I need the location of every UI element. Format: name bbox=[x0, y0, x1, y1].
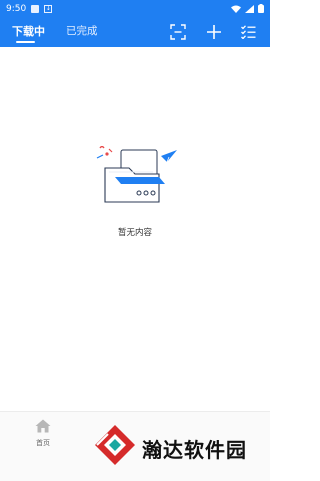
tab-downloading[interactable]: 下载中 bbox=[12, 23, 45, 39]
status-bar: 9:50 ↓ bbox=[0, 0, 270, 17]
battery-icon bbox=[258, 4, 264, 13]
tab-completed[interactable]: 已完成 bbox=[66, 23, 98, 38]
watermark: 瀚达软件园 bbox=[92, 420, 270, 476]
signal-icon bbox=[245, 4, 254, 13]
notification-square-icon bbox=[31, 4, 40, 13]
download-notice-icon: ↓ bbox=[44, 4, 53, 13]
wifi-icon bbox=[231, 5, 241, 13]
empty-folder-icon bbox=[96, 146, 177, 203]
watermark-logo-icon bbox=[95, 425, 135, 465]
home-icon bbox=[35, 419, 51, 433]
checklist-icon bbox=[240, 25, 255, 39]
tab-indicator bbox=[16, 41, 35, 43]
checklist-button[interactable] bbox=[239, 23, 257, 41]
status-left: 9:50 ↓ bbox=[6, 3, 53, 14]
status-right bbox=[231, 4, 264, 13]
watermark-text: 瀚达软件园 bbox=[142, 438, 247, 462]
app-bar: 下载中 已完成 bbox=[0, 17, 270, 47]
scan-icon bbox=[170, 24, 186, 40]
add-button[interactable] bbox=[205, 23, 223, 41]
nav-item-home[interactable]: 首页 bbox=[26, 418, 60, 448]
status-time: 9:50 bbox=[6, 3, 27, 14]
scan-button[interactable] bbox=[169, 23, 187, 41]
nav-item-label: 首页 bbox=[36, 439, 50, 447]
add-icon bbox=[207, 25, 221, 39]
content-area: 暂无内容 bbox=[0, 47, 270, 411]
empty-state-text: 暂无内容 bbox=[117, 228, 152, 238]
